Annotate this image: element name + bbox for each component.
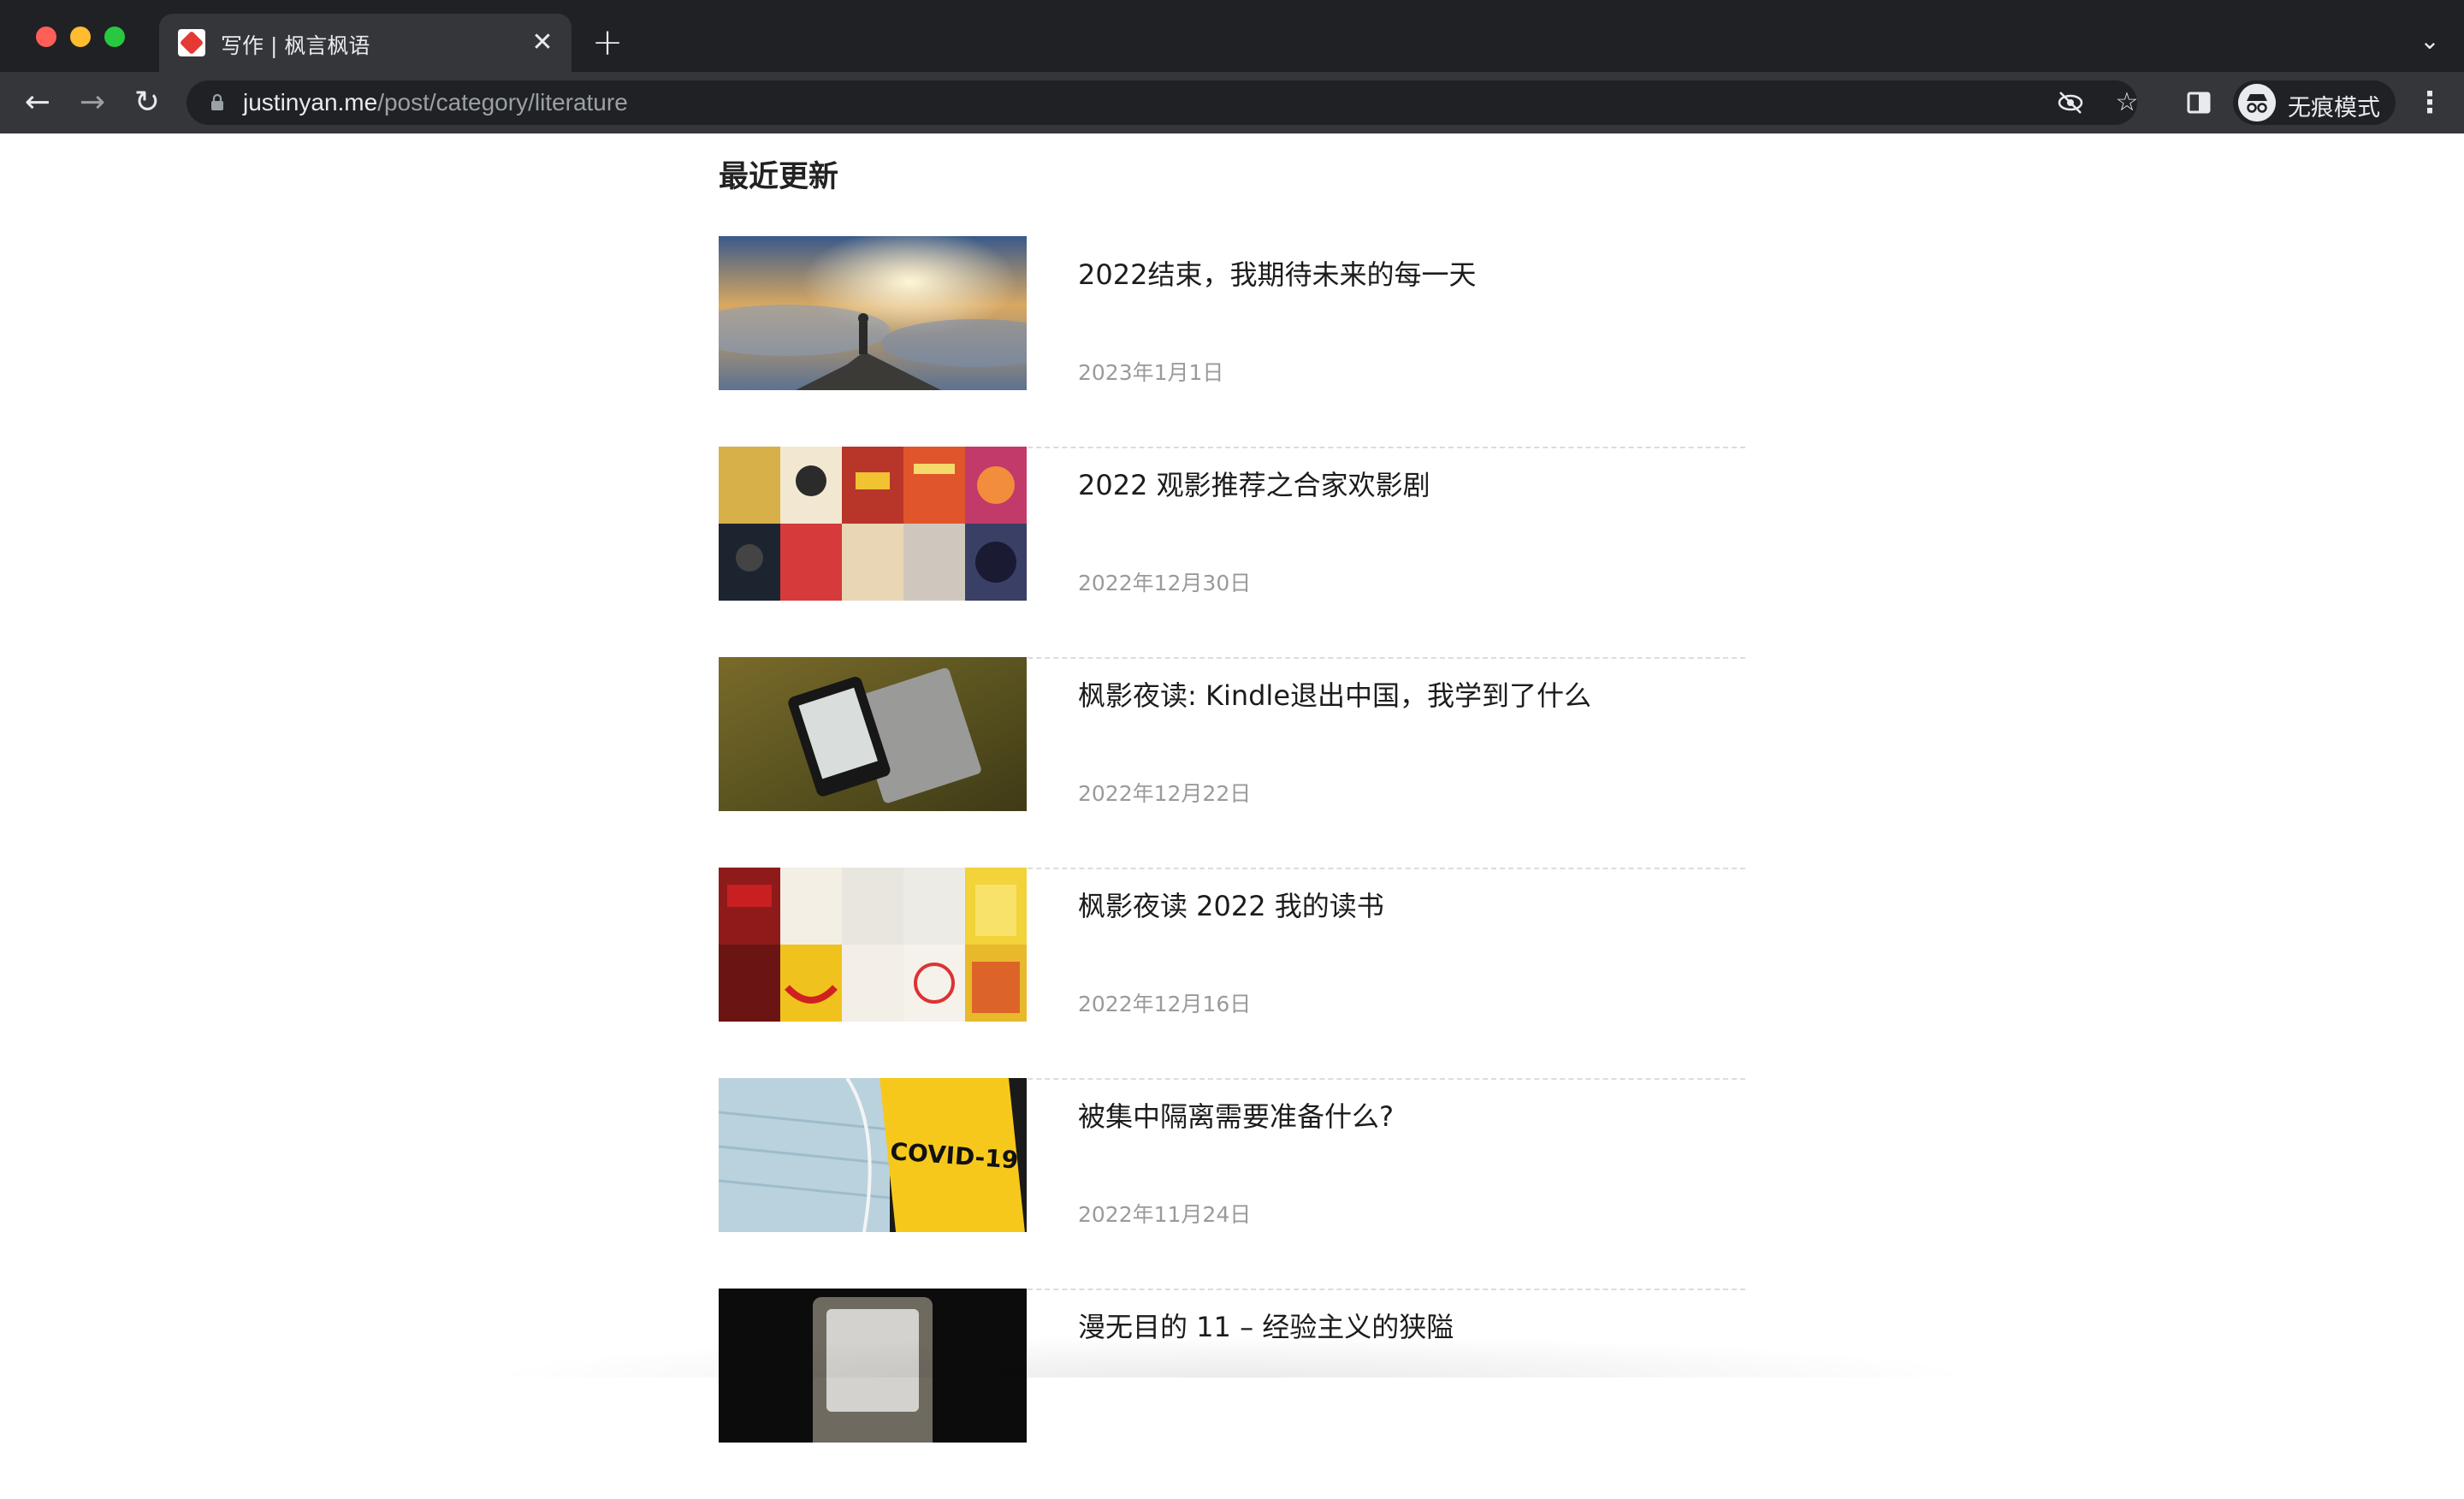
- back-button[interactable]: ←: [17, 82, 58, 123]
- url-path: /post/category/literature: [377, 89, 628, 116]
- reload-button[interactable]: ↻: [127, 82, 168, 123]
- close-window-button[interactable]: [36, 27, 56, 47]
- post-title[interactable]: 2022结束，我期待未来的每一天: [1078, 253, 1476, 293]
- chevron-down-icon[interactable]: ⌄: [2414, 26, 2445, 56]
- close-tab-icon[interactable]: ✕: [525, 26, 560, 60]
- browser-chrome: 写作 | 枫言枫语 ✕ + ⌄ ← → ↻ justinyan.me/post/…: [0, 0, 2464, 133]
- eye-off-icon[interactable]: [2055, 87, 2086, 118]
- post-date: 2022年12月30日: [1078, 571, 1252, 595]
- bookmark-star-icon[interactable]: ☆: [2112, 87, 2142, 118]
- post-item[interactable]: 漫无目的 11 – 经验主义的狭隘: [719, 1289, 1745, 1499]
- more-menu-icon[interactable]: ⋮: [2413, 82, 2447, 123]
- url-text[interactable]: justinyan.me/post/category/literature: [243, 89, 628, 116]
- browser-toolbar: ← → ↻ justinyan.me/post/category/literat…: [0, 72, 2464, 133]
- post-item[interactable]: 2022结束，我期待未来的每一天 2023年1月1日: [719, 236, 1745, 448]
- post-date: 2022年12月16日: [1078, 992, 1252, 1016]
- post-title[interactable]: 被集中隔离需要准备什么?: [1078, 1095, 1394, 1135]
- side-panel-icon[interactable]: [2187, 91, 2211, 115]
- post-thumbnail[interactable]: COVID-19: [719, 1078, 1027, 1232]
- post-thumbnail[interactable]: [719, 447, 1027, 601]
- bottom-shadow: [479, 1335, 1985, 1378]
- address-bar[interactable]: justinyan.me/post/category/literature ☆: [187, 80, 2138, 125]
- minimize-window-button[interactable]: [70, 27, 91, 47]
- maple-leaf-icon: [178, 29, 205, 56]
- tab-strip: 写作 | 枫言枫语 ✕ + ⌄: [0, 0, 2464, 72]
- tab-title: 写作 | 枫言枫语: [221, 33, 370, 58]
- post-date: 2023年1月1日: [1078, 360, 1224, 385]
- post-item[interactable]: 枫影夜读: Kindle退出中国，我学到了什么 2022年12月22日: [719, 657, 1745, 869]
- post-item[interactable]: 枫影夜读 2022 我的读书 2022年12月16日: [719, 868, 1745, 1080]
- post-thumbnail[interactable]: [719, 236, 1027, 390]
- lock-icon[interactable]: [207, 92, 228, 113]
- incognito-label: 无痕模式: [2288, 95, 2380, 121]
- post-thumbnail[interactable]: [719, 868, 1027, 1022]
- section-title: 最近更新: [719, 160, 839, 194]
- post-date: 2022年12月22日: [1078, 781, 1252, 806]
- post-title[interactable]: 2022 观影推荐之合家欢影剧: [1078, 464, 1430, 503]
- zoom-window-button[interactable]: [104, 27, 125, 47]
- new-tab-button[interactable]: +: [587, 22, 628, 63]
- forward-button[interactable]: →: [72, 82, 113, 123]
- post-item[interactable]: 2022 观影推荐之合家欢影剧 2022年12月30日: [719, 447, 1745, 659]
- post-title[interactable]: 枫影夜读 2022 我的读书: [1078, 885, 1384, 924]
- incognito-icon: [2238, 84, 2276, 121]
- post-thumbnail[interactable]: [719, 657, 1027, 811]
- incognito-indicator[interactable]: 无痕模式: [2233, 80, 2396, 125]
- post-title[interactable]: 枫影夜读: Kindle退出中国，我学到了什么: [1078, 674, 1591, 714]
- post-item[interactable]: COVID-19 被集中隔离需要准备什么? 2022年11月24日: [719, 1078, 1745, 1290]
- url-host: justinyan.me: [243, 89, 378, 116]
- post-date: 2022年11月24日: [1078, 1202, 1252, 1227]
- tab-active[interactable]: 写作 | 枫言枫语 ✕: [159, 14, 572, 72]
